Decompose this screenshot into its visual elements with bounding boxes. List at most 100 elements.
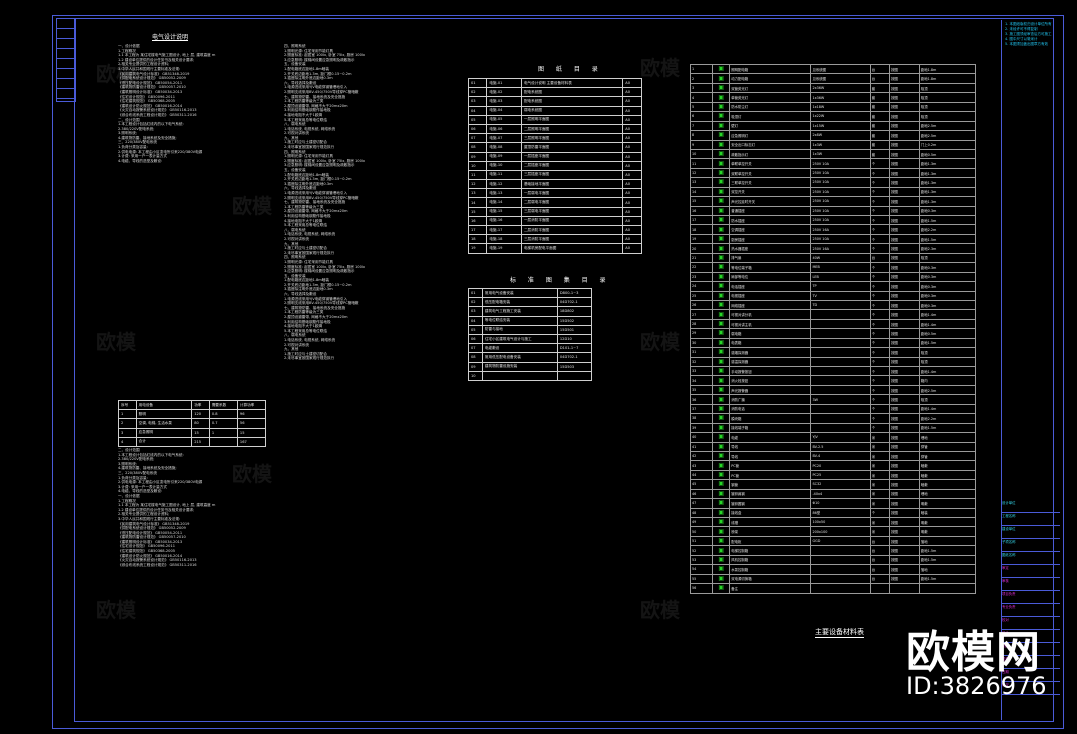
table-row: 23 ▣ 局部等电位 LEB 个按图 距地0.3m [689, 271, 977, 283]
table-cell: 个 [869, 394, 891, 405]
legend-symbol-icon: ▣ [712, 299, 731, 311]
table-cell: 落地 [918, 564, 977, 575]
table-cell: 距地1.5m [918, 233, 977, 245]
table-cell: 3W [810, 394, 871, 405]
table-cell: 台 [869, 545, 891, 556]
table-cell [481, 370, 558, 381]
table-cell: BV-2.5 [810, 441, 871, 452]
table-cell: 15D502 [556, 315, 593, 326]
table-cell: 按图 [889, 356, 920, 368]
table-cell: 24 [689, 281, 714, 292]
drawing-list-table: 01 电施-01 电气设计说明 主要设备材料表 A0 02 电施-02 配电系统图 A0 03 电… [467, 77, 642, 254]
table-cell: 17 [467, 224, 488, 236]
table-cell: 常用低压配电设备安装 [481, 352, 558, 363]
table-cell: 埋地 [918, 432, 977, 443]
table-row: 12 ▣ 双联单控开关 250V 10A 个按图 距地1.3m [689, 167, 977, 179]
table-cell: 1 [208, 427, 238, 438]
table-cell [810, 318, 871, 330]
legend-symbol-icon: ▣ [712, 441, 731, 452]
table-cell: SC32 [810, 479, 871, 490]
table-row: 46 ▣ 镀锌扁钢 -40x4 米按图 埋地 [689, 488, 977, 500]
standard-atlas-title: 标 准 图 集 目 录 [510, 277, 611, 284]
table-row: 37 ▣ 消防电话 个按图 距地1.4m [689, 403, 977, 415]
table-cell: 按图 [889, 488, 920, 500]
title-block-field: 工程名称 [1002, 513, 1060, 526]
table-row: 18 电施-18 三层消防平面图 A0 [467, 234, 642, 245]
table-cell: 15 [689, 196, 714, 207]
table-cell: 215 [191, 436, 210, 447]
table-cell: 27 [689, 309, 714, 320]
table-cell: 按图 [889, 498, 920, 509]
table-cell: 按图 [889, 365, 920, 377]
table-cell: 距地1.5m [918, 337, 977, 349]
table-cell: 电施-01 [486, 77, 522, 89]
table-cell: 消防广播 [729, 394, 812, 405]
table-cell: 按图 [889, 148, 920, 160]
table-row: 48 ▣ 接线盒 86型个按图 暗装 [689, 507, 977, 519]
table-cell [810, 403, 871, 415]
watermark-faint: 欧模 [640, 330, 680, 354]
table-cell: 按图 [889, 262, 920, 273]
legend-symbol-icon: ▣ [712, 92, 731, 103]
table-cell: 14 [467, 197, 488, 208]
table-cell: 距地1.3m [918, 158, 977, 169]
table-cell: 03 [467, 96, 488, 107]
table-cell: 配电系统图 [520, 87, 624, 98]
table-cell: A0 [622, 234, 642, 245]
table-cell: 电施-05 [486, 114, 522, 125]
table-cell: 10 [467, 160, 488, 171]
table-cell: 按图 [889, 394, 920, 405]
table-cell: 个 [869, 196, 891, 207]
table-cell: 台 [869, 73, 891, 84]
table-cell: 距地1.4m [918, 318, 977, 330]
table-cell: 距地1.5m [918, 422, 977, 434]
legend-symbol-icon: ▣ [712, 356, 731, 368]
table-cell: 距地1.3m [918, 186, 977, 198]
table-cell: 电表箱 [729, 337, 812, 349]
table-cell: 单联单控开关 [729, 158, 812, 169]
title-block-notes: 1. 本图纸版权归设计单位所有 2. 未经许可不得复制 3. 施工图须经审查后方可施… [1002, 20, 1060, 49]
table-cell: 04D702-1 [556, 352, 593, 363]
table-cell [810, 309, 871, 320]
table-cell: 按图 [889, 516, 920, 528]
table-cell: 暗装 [918, 507, 977, 519]
standard-atlas-table: 01 常用电气设备安装 D800-1~3 02 低压配电箱安装 04D702-1 03 建筑电… [468, 287, 593, 381]
table-row: 5 ▣ 防水防尘灯 1x18W 套按图 吸顶 [689, 101, 977, 113]
table-cell: 电施-17 [486, 224, 522, 236]
table-row: 07 电施-07 三层照明平面图 A0 [467, 133, 642, 144]
table-cell [810, 337, 871, 349]
table-cell: 31 [689, 347, 714, 358]
table-row: 21 ▣ 排气扇 40W 台按图 吸顶 [689, 252, 977, 264]
table-row: 06 电施-06 二层照明平面图 A0 [467, 123, 642, 135]
table-cell: 个 [869, 233, 891, 245]
table-cell: 6 [689, 111, 714, 122]
table-cell: 56 [689, 583, 714, 594]
table-cell: 电施-13 [486, 188, 522, 199]
table-cell: 电施-14 [486, 197, 522, 208]
legend-symbol-icon: ▣ [712, 413, 731, 424]
table-cell: 电施-19 [486, 243, 522, 254]
table-row: 25 ▣ 电视插座 TV 个按图 距地0.3m [689, 290, 977, 301]
table-cell: 距地1.5m [918, 214, 977, 226]
table-cell: 台 [869, 535, 891, 547]
table-cell: 一层照明平面图 [520, 114, 624, 125]
table-cell: 电气设计说明 主要设备材料表 [520, 77, 624, 89]
table-cell: 96 [236, 409, 267, 420]
table-cell: 距地1.4m [918, 403, 977, 415]
table-cell: 按图 [889, 403, 920, 415]
table-cell: 台 [869, 63, 891, 75]
table-cell: 06 [467, 123, 488, 135]
table-row: 17 ▣ 防水插座 250V 10A 个按图 距地1.5m [689, 214, 977, 226]
table-cell: 12 [689, 167, 714, 179]
table-cell: 镀锌圆钢 [729, 498, 812, 509]
legend-symbol-icon: ▣ [712, 167, 731, 179]
table-cell: 桥架 [729, 526, 812, 537]
table-row: 30 ▣ 电表箱 个按图 距地1.5m [689, 337, 977, 349]
table-row: 34 ▣ 消火栓按钮 个按图 箱内 [689, 375, 977, 386]
table-row: 15 ▣ 声光控延时开关 250V 10A 个按图 距地1.3m [689, 196, 977, 207]
table-cell: A0 [622, 87, 642, 98]
table-row: 10 电施-10 二层插座平面图 A0 [467, 160, 642, 171]
table-cell: 03 [468, 306, 483, 317]
table-row: 07 电缆敷设 D101-1~7 [468, 343, 593, 354]
table-cell: 按图 [889, 101, 920, 113]
